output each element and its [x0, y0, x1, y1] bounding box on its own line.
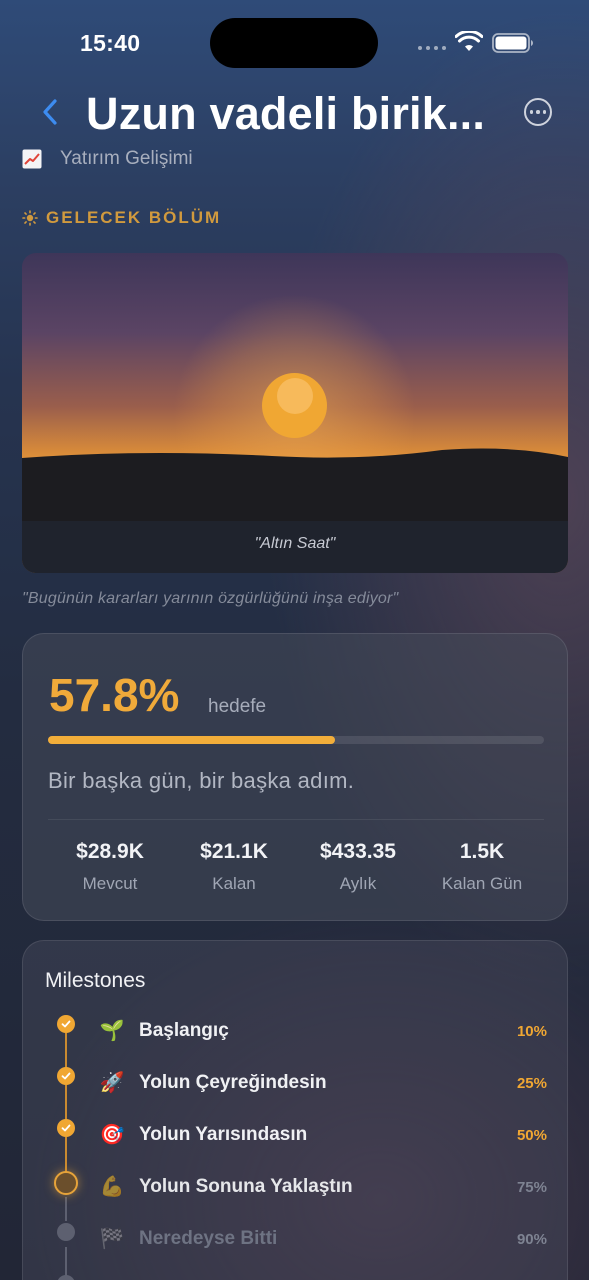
flexed-arm-icon: 💪	[99, 1176, 125, 1198]
stat-current: $28.9K Mevcut	[48, 840, 172, 894]
milestone-row[interactable]: 🌱 Başlangıç 10%	[23, 1011, 569, 1051]
motivational-quote: "Bugünün kararları yarının özgürlüğünü i…	[22, 590, 399, 607]
target-icon: 🎯	[99, 1124, 125, 1146]
subtitle: Yatırım Gelişimi	[60, 148, 193, 169]
motto-text: Bir başka gün, bir başka adım.	[48, 768, 355, 793]
milestone-percent: 50%	[516, 1127, 547, 1144]
cellular-signal-icon	[418, 46, 446, 50]
progress-bar-fill	[48, 736, 335, 744]
scene-caption: "Altın Saat"	[254, 535, 336, 552]
more-options-button[interactable]	[524, 98, 552, 126]
section-label-text: GELECEK BÖLÜM	[46, 208, 222, 227]
milestone-done-dot	[57, 1015, 75, 1033]
stat-label: Kalan	[212, 874, 256, 893]
milestone-done-dot	[57, 1119, 75, 1137]
battery-icon	[492, 33, 533, 53]
milestone-percent: 25%	[516, 1075, 547, 1092]
milestone-row[interactable]: 🏁 Neredeyse Bitti 90%	[23, 1219, 569, 1259]
stat-label: Mevcut	[82, 874, 138, 893]
stat-label: Kalan Gün	[441, 874, 523, 893]
check-icon	[61, 1124, 71, 1132]
milestone-done-dot	[57, 1067, 75, 1085]
milestone-label: Neredeyse Bitti	[139, 1228, 278, 1249]
status-bar: 15:40	[0, 0, 589, 88]
progress-percent-label: hedefe	[208, 696, 267, 717]
check-icon	[61, 1020, 71, 1028]
back-chevron-icon[interactable]	[38, 96, 64, 128]
chart-increasing-icon	[22, 149, 42, 169]
stats-row: $28.9K Mevcut $21.1K Kalan $433.35 Aylık…	[48, 840, 544, 894]
milestone-percent: 75%	[516, 1179, 547, 1196]
milestone-future-dot	[57, 1223, 75, 1241]
page-title: Uzun vadeli birik...	[86, 88, 486, 139]
milestone-label: Yolun Yarısındasın	[139, 1124, 308, 1145]
stat-value: $433.35	[320, 840, 396, 863]
milestone-dot	[57, 1275, 75, 1280]
milestone-row[interactable]: 💪 Yolun Sonuna Yaklaştın 75%	[23, 1167, 569, 1207]
milestones-title: Milestones	[45, 969, 146, 992]
milestones-card: Milestones 🌱 Başlangıç 10% 🚀 Yolun Çeyre…	[22, 940, 568, 1280]
subtitle-row: Yatırım Gelişimi	[22, 148, 193, 170]
milestone-percent: 90%	[516, 1231, 547, 1248]
progress-card: 57.8% hedefe Bir başka gün, bir başka ad…	[22, 633, 568, 921]
checkered-flag-icon: 🏁	[99, 1228, 125, 1250]
section-label: GELECEK BÖLÜM	[22, 208, 221, 228]
stat-value: 1.5K	[459, 840, 505, 863]
seedling-icon: 🌱	[99, 1020, 125, 1042]
milestone-row[interactable]: 🎯 Yolun Yarısındasın 50%	[23, 1115, 569, 1155]
milestone-current-dot	[54, 1171, 78, 1195]
progress-bar	[48, 736, 544, 744]
sunset-scene-card: "Altın Saat"	[22, 253, 568, 573]
milestone-label: Başlangıç	[139, 1020, 229, 1041]
stat-days-left: 1.5K Kalan Gün	[420, 840, 544, 894]
sun-icon	[22, 210, 38, 226]
dynamic-island	[210, 18, 378, 68]
wifi-icon	[455, 31, 483, 51]
milestone-row[interactable]: 🚀 Yolun Çeyreğindesin 25%	[23, 1063, 569, 1103]
milestone-label: Yolun Çeyreğindesin	[139, 1072, 327, 1093]
divider	[48, 819, 544, 820]
status-time: 15:40	[80, 30, 141, 56]
milestone-label: Yolun Sonuna Yaklaştın	[139, 1176, 353, 1197]
stat-remaining: $21.1K Kalan	[172, 840, 296, 894]
rocket-icon: 🚀	[99, 1072, 125, 1094]
check-icon	[61, 1072, 71, 1080]
stat-value: $21.1K	[200, 840, 268, 863]
stat-label: Aylık	[339, 874, 377, 893]
stat-value: $28.9K	[76, 840, 144, 863]
stat-monthly: $433.35 Aylık	[296, 840, 420, 894]
progress-percent: 57.8%	[49, 669, 180, 721]
milestone-percent: 10%	[516, 1023, 547, 1040]
hills-silhouette	[22, 448, 568, 573]
